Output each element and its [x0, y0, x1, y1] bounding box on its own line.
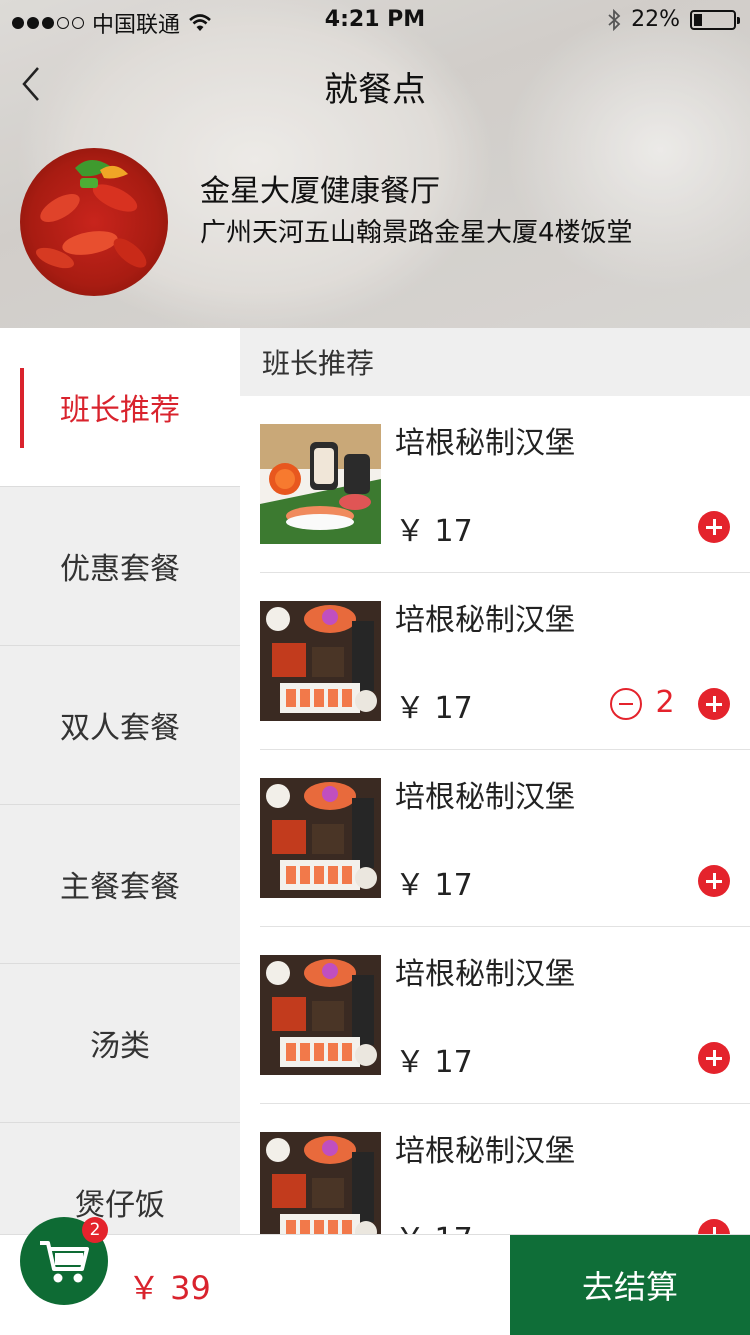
quantity-value: 2 — [655, 685, 675, 720]
cart-icon — [40, 1241, 89, 1283]
add-to-cart-button[interactable] — [698, 865, 730, 897]
product-price: ￥ 17 — [395, 1214, 473, 1234]
category-label: 双人套餐 — [60, 711, 180, 746]
battery-icon — [690, 9, 740, 30]
product-name: 培根秘制汉堡 — [395, 957, 575, 992]
cart-total: ￥ 39 — [128, 1269, 211, 1307]
cart-bar: 2 ￥ 39 去结算 — [0, 1217, 750, 1335]
restaurant-name: 金星大厦健康餐厅 — [200, 174, 440, 209]
add-to-cart-button[interactable] — [698, 688, 730, 720]
checkout-button[interactable]: 去结算 — [510, 1235, 750, 1335]
category-label: 优惠套餐 — [60, 552, 180, 587]
product-image[interactable] — [260, 1132, 381, 1234]
category-sidebar: 班长推荐 优惠套餐 双人套餐 主餐套餐 汤类 煲仔饭 — [0, 328, 240, 1282]
category-item-double-combo[interactable]: 双人套餐 — [0, 646, 240, 805]
page-title: 就餐点 — [324, 70, 426, 110]
product-name: 培根秘制汉堡 — [395, 426, 575, 461]
product-item: 培根秘制汉堡 ￥ 17 2 — [240, 573, 750, 750]
product-image[interactable] — [260, 424, 381, 544]
cart-count-badge: 2 — [82, 1217, 108, 1243]
product-item: 培根秘制汉堡 ￥ 17 — [240, 927, 750, 1104]
bluetooth-icon — [608, 8, 621, 31]
category-item-discount-combo[interactable]: 优惠套餐 — [0, 487, 240, 646]
product-item: 培根秘制汉堡 ￥ 17 — [240, 396, 750, 573]
category-label: 汤类 — [90, 1029, 150, 1064]
product-item: 培根秘制汉堡 ￥ 17 — [240, 1104, 750, 1234]
product-list[interactable]: 班长推荐 培根秘制汉堡 ￥ 17 培根秘制汉堡 ￥ 17 2 培根秘制汉堡 ￥ … — [240, 328, 750, 1234]
add-to-cart-button[interactable] — [698, 1042, 730, 1074]
category-label: 班长推荐 — [60, 393, 180, 428]
add-to-cart-button[interactable] — [698, 511, 730, 543]
category-item-recommended[interactable]: 班长推荐 — [0, 328, 240, 487]
category-label: 主餐套餐 — [60, 870, 180, 905]
category-item-soup[interactable]: 汤类 — [0, 964, 240, 1123]
category-item-main-combo[interactable]: 主餐套餐 — [0, 805, 240, 964]
product-image[interactable] — [260, 601, 381, 721]
product-name: 培根秘制汉堡 — [395, 603, 575, 638]
status-bar: 中国联通 4:21 PM 22% — [0, 0, 750, 40]
product-price: ￥ 17 — [395, 1045, 473, 1080]
section-header: 班长推荐 — [240, 328, 750, 396]
product-image[interactable] — [260, 955, 381, 1075]
product-price: ￥ 17 — [395, 868, 473, 903]
product-item: 培根秘制汉堡 ￥ 17 — [240, 750, 750, 927]
add-to-cart-button[interactable] — [698, 1219, 730, 1234]
restaurant-avatar — [20, 148, 168, 296]
product-price: ￥ 17 — [395, 691, 473, 726]
product-image[interactable] — [260, 778, 381, 898]
product-name: 培根秘制汉堡 — [395, 780, 575, 815]
product-name: 培根秘制汉堡 — [395, 1134, 575, 1169]
remove-from-cart-button[interactable] — [610, 688, 642, 720]
active-indicator — [20, 368, 24, 448]
battery-percent: 22% — [631, 7, 680, 32]
restaurant-address: 广州天河五山翰景路金星大厦4楼饭堂 — [200, 218, 633, 248]
product-price: ￥ 17 — [395, 514, 473, 549]
